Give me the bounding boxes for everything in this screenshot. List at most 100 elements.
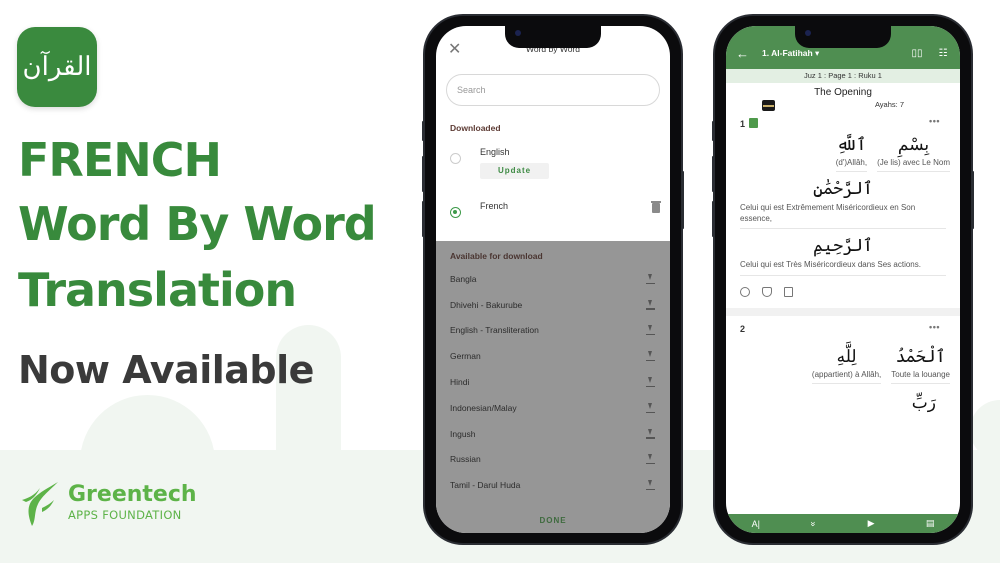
downloaded-item-english[interactable]: English Update — [436, 147, 670, 191]
list-item[interactable]: German — [436, 343, 670, 369]
word-item[interactable]: ٱللَّهِ (d')Allâh, — [835, 132, 868, 172]
arabic-word: ٱلْحَمْدُ — [895, 346, 946, 367]
download-icon[interactable] — [646, 273, 655, 284]
greentech-leaf-icon — [18, 478, 62, 528]
language-name: French — [480, 201, 509, 211]
tafsir-icon[interactable] — [762, 286, 772, 297]
download-icon[interactable] — [646, 480, 655, 491]
language-name: English — [480, 147, 510, 157]
language-name: Indonesian/Malay — [450, 402, 517, 413]
word-by-word-screen: ✕ Word by Word Search Downloaded English… — [436, 26, 670, 533]
trash-icon[interactable] — [651, 201, 661, 213]
arabic-word: ٱللَّهِ — [836, 135, 867, 155]
word-translation: Celui qui est Très Miséricordieux dans S… — [740, 259, 946, 276]
ayah-header-1: 1 ••• — [726, 114, 960, 132]
word-item[interactable]: ٱلرَّحْمَٰنِ Celui qui est Extrêmement M… — [726, 172, 960, 230]
list-item[interactable]: English - Transliteration — [436, 318, 670, 344]
bottom-toolbar: A| » ▶ ▤ — [726, 514, 960, 533]
download-icon[interactable] — [646, 325, 655, 336]
word-translation: Celui qui est Extrêmement Miséricordieux… — [740, 202, 946, 230]
word-item[interactable]: ٱلْحَمْدُ Toute la louange — [891, 344, 950, 384]
settings-sliders-icon[interactable]: ☷ — [936, 48, 950, 59]
word-item[interactable]: بِسْمِ (Je lis) avec Le Nom — [877, 132, 950, 172]
front-camera — [515, 30, 521, 36]
font-size-icon[interactable]: A| — [752, 519, 760, 529]
surah-name: The Opening — [814, 87, 872, 98]
language-name: Ingush — [450, 428, 476, 439]
download-icon[interactable] — [646, 377, 655, 388]
list-item[interactable]: Russian — [436, 447, 670, 473]
list-item[interactable]: Hindi — [436, 369, 670, 395]
bookmark-reading-icon — [749, 118, 759, 128]
list-item[interactable]: Bangla — [436, 266, 670, 292]
play-circle-icon[interactable] — [740, 286, 750, 297]
language-name: Dhivehi - Bakurube — [450, 299, 523, 310]
radio-english[interactable] — [450, 153, 461, 164]
more-options-icon[interactable]: ••• — [929, 116, 940, 126]
download-icon[interactable] — [646, 351, 655, 362]
downloaded-section-label: Downloaded — [450, 123, 501, 133]
download-icon[interactable] — [646, 402, 655, 413]
phone-quran-reader: ← 1. Al-Fatihah ▾ ▯▯ ☷ Juz 1 : Page 1 : … — [712, 16, 974, 543]
search-input[interactable]: Search — [446, 74, 660, 106]
word-item[interactable]: رَبِّ — [912, 390, 936, 416]
notes-icon[interactable]: ▤ — [926, 518, 935, 529]
word-translation: (appartient) à Allâh, — [811, 370, 882, 384]
language-name: English - Transliteration — [450, 325, 539, 336]
language-name: Russian — [450, 454, 481, 465]
ayah-separator — [726, 307, 960, 316]
word-row: ٱللَّهِ (d')Allâh, بِسْمِ (Je lis) avec … — [726, 132, 960, 172]
language-name: Tamil - Darul Huda — [450, 480, 521, 491]
play-icon[interactable]: ▶ — [868, 518, 875, 529]
headline-feature-2: Translation — [18, 263, 297, 317]
word-item[interactable]: ٱلرَّحِيمِ Celui qui est Très Miséricord… — [726, 229, 960, 276]
subheadline: Now Available — [18, 348, 314, 392]
word-translation: (Je lis) avec Le Nom — [877, 158, 950, 172]
arabic-word: ٱلرَّحْمَٰنِ — [813, 179, 873, 199]
auto-scroll-icon[interactable]: » — [809, 521, 819, 526]
ayah-header-2: 2 ••• — [726, 320, 960, 338]
front-camera — [805, 30, 811, 36]
arabic-word: لِلَّهِ — [836, 346, 857, 367]
language-name: Hindi — [450, 377, 470, 388]
brand-name: Greentech — [68, 482, 197, 507]
done-button[interactable]: DONE — [436, 516, 670, 525]
update-button[interactable]: Update — [480, 163, 549, 179]
brand-logo: Greentech APPS FOUNDATION — [18, 478, 197, 528]
download-icon[interactable] — [646, 454, 655, 465]
list-item[interactable]: Dhivehi - Bakurube — [436, 292, 670, 318]
quran-reader-screen: ← 1. Al-Fatihah ▾ ▯▯ ☷ Juz 1 : Page 1 : … — [726, 26, 960, 533]
surah-selector-dropdown[interactable]: 1. Al-Fatihah ▾ — [762, 48, 898, 59]
ayah-actions — [726, 280, 960, 304]
download-icon[interactable] — [646, 299, 655, 310]
phone-word-by-word-settings: ✕ Word by Word Search Downloaded English… — [422, 16, 684, 543]
radio-french-selected[interactable] — [450, 207, 461, 218]
downloaded-item-french[interactable]: French — [436, 201, 670, 231]
available-section-label: Available for download — [450, 251, 543, 261]
language-name: Bangla — [450, 273, 477, 284]
available-list: Bangla Dhivehi - Bakurube English - Tran… — [436, 266, 670, 498]
close-icon[interactable]: ✕ — [448, 42, 461, 58]
word-translation: Toute la louange — [891, 370, 950, 384]
arabic-word: بِسْمِ — [897, 135, 930, 155]
bookmark-add-icon[interactable] — [784, 286, 793, 297]
quran-calligraphy-icon: القرآن — [22, 52, 92, 82]
juz-page-ruku-info: Juz 1 : Page 1 : Ruku 1 — [726, 69, 960, 83]
language-name: German — [450, 351, 481, 362]
word-item[interactable]: لِلَّهِ (appartient) à Allâh, — [811, 344, 882, 384]
headline-language: FRENCH — [18, 133, 222, 187]
list-item[interactable]: Ingush — [436, 421, 670, 447]
app-icon: القرآن — [17, 27, 97, 107]
download-icon[interactable] — [646, 428, 655, 439]
more-options-icon[interactable]: ••• — [929, 322, 940, 332]
headline-feature: Word By Word — [18, 197, 377, 251]
list-item[interactable]: Tamil - Darul Huda — [436, 472, 670, 498]
available-downloads-panel: Available for download Bangla Dhivehi - … — [436, 241, 670, 533]
arabic-word: رَبِّ — [911, 392, 936, 413]
arabic-word: ٱلرَّحِيمِ — [813, 236, 873, 257]
back-arrow-icon[interactable]: ← — [736, 46, 756, 61]
ayah-number: 2 — [740, 323, 746, 334]
list-item[interactable]: Indonesian/Malay — [436, 395, 670, 421]
book-icon[interactable]: ▯▯ — [910, 48, 924, 59]
ayah-number: 1 — [740, 119, 746, 129]
